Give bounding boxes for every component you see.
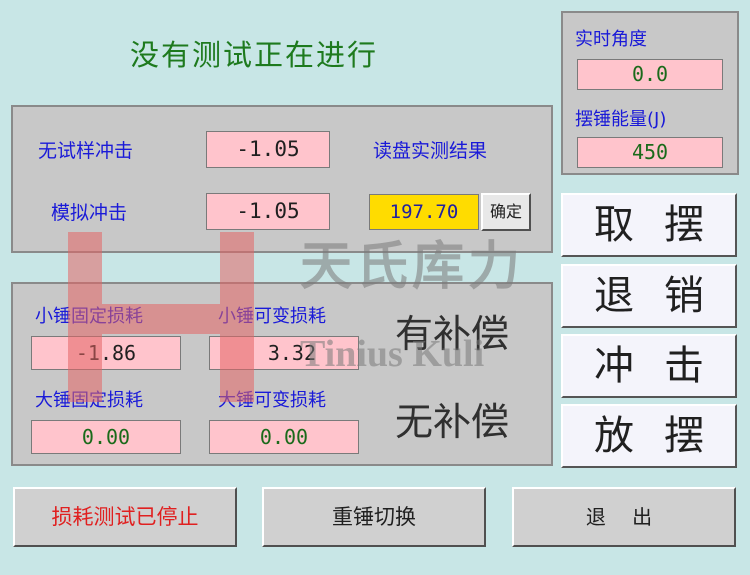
- loss-test-status-button[interactable]: 损耗测试已停止: [13, 487, 237, 547]
- dial-result-input[interactable]: 197.70: [369, 194, 479, 230]
- big-variable-loss-value: 0.00: [209, 420, 359, 454]
- big-fixed-loss-label: 大锤固定损耗: [35, 390, 143, 411]
- small-variable-loss-value: 3.32: [209, 336, 359, 370]
- angle-value: 0.0: [577, 59, 723, 90]
- take-pendulum-button[interactable]: 取摆: [561, 193, 737, 257]
- uncompensated-option[interactable]: 无补偿: [395, 398, 535, 446]
- exit-button[interactable]: 退 出: [512, 487, 736, 547]
- energy-label: 摆锤能量(J): [575, 109, 667, 130]
- simulate-impact-label: 模拟冲击: [51, 202, 128, 224]
- small-fixed-loss-value: -1.86: [31, 336, 181, 370]
- small-fixed-loss-label: 小锤固定损耗: [35, 306, 143, 327]
- simulate-impact-value: -1.05: [206, 193, 330, 230]
- loss-panel: 小锤固定损耗 小锤可变损耗 -1.86 3.32 大锤固定损耗 大锤可变损耗 0…: [11, 282, 553, 466]
- angle-energy-panel: 实时角度 0.0 摆锤能量(J) 450: [561, 11, 739, 175]
- confirm-button[interactable]: 确定: [481, 193, 531, 231]
- angle-label: 实时角度: [575, 29, 647, 50]
- no-sample-impact-value: -1.05: [206, 131, 330, 168]
- energy-value: 450: [577, 137, 723, 168]
- dial-result-label: 读盘实测结果: [373, 140, 488, 162]
- big-fixed-loss-value: 0.00: [31, 420, 181, 454]
- retract-pin-button[interactable]: 退销: [561, 264, 737, 328]
- compensated-option[interactable]: 有补偿: [395, 310, 535, 358]
- big-variable-loss-label: 大锤可变损耗: [218, 390, 326, 411]
- impact-panel: 无试样冲击 -1.05 读盘实测结果 模拟冲击 -1.05 197.70 确定: [11, 105, 553, 253]
- no-sample-impact-label: 无试样冲击: [38, 140, 134, 162]
- small-variable-loss-label: 小锤可变损耗: [218, 306, 326, 327]
- status-title: 没有测试正在进行: [130, 38, 379, 72]
- release-pendulum-button[interactable]: 放摆: [561, 404, 737, 468]
- switch-hammer-button[interactable]: 重锤切换: [262, 487, 486, 547]
- impact-button[interactable]: 冲击: [561, 334, 737, 398]
